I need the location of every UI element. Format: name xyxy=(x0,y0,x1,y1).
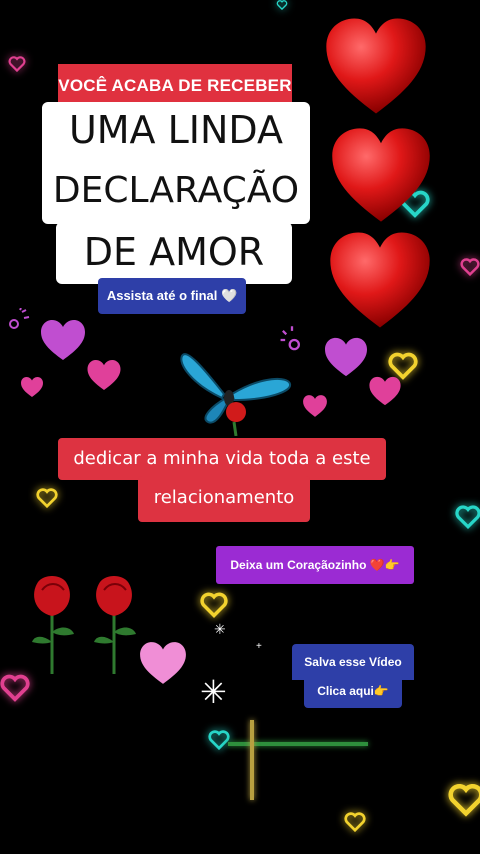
neon-heart-icon xyxy=(8,56,26,72)
neon-heart-icon xyxy=(344,812,366,832)
butterfly-icon xyxy=(180,353,291,436)
pink-heart-icon xyxy=(303,395,327,417)
pink-heart-icon xyxy=(140,642,186,684)
neon-heart-icon xyxy=(448,784,480,817)
glow-line xyxy=(228,742,368,746)
pink-heart-icon xyxy=(369,376,401,406)
sparkle-icon: ✳ xyxy=(214,621,226,637)
save-video-label: Salva esse Vídeo xyxy=(304,655,402,669)
sparkle-icon xyxy=(9,308,30,329)
rose-icon xyxy=(94,576,136,674)
title-line-2: DECLARAÇÃO xyxy=(52,170,300,211)
heart-icon xyxy=(326,18,426,114)
sparkle-icon: + xyxy=(256,641,262,652)
title-line-1: UMA LINDA xyxy=(68,108,284,152)
rose-icon xyxy=(32,576,74,674)
neon-heart-icon xyxy=(200,592,228,618)
sparkle-icon: ✳ xyxy=(200,674,227,710)
neon-heart-icon xyxy=(460,258,480,276)
pink-heart-icon xyxy=(41,320,85,360)
neon-heart-icon xyxy=(36,488,58,508)
neon-heart-icon xyxy=(276,0,288,10)
watch-till-end-pill: Assista até o final 🤍 xyxy=(98,278,246,314)
top-banner-label: VOCÊ ACABA DE RECEBER xyxy=(58,76,292,95)
click-here-label: Clica aqui👉 xyxy=(317,684,389,698)
pink-heart-icon xyxy=(325,337,367,377)
leave-heart-prompt[interactable]: Deixa um Coraçãozinho ❤️👉 xyxy=(216,546,414,584)
neon-heart-icon xyxy=(208,730,230,750)
neon-heart-icon xyxy=(455,505,480,529)
pink-heart-icon xyxy=(21,377,43,397)
heart-icon xyxy=(330,232,430,328)
watch-till-end-label: Assista até o final 🤍 xyxy=(106,288,238,303)
pink-heart-icon xyxy=(87,360,121,390)
leave-heart-prompt-label: Deixa um Coraçãozinho ❤️👉 xyxy=(230,558,400,572)
caption-line-2: relacionamento xyxy=(153,487,295,508)
save-video-prompt[interactable]: Salva esse Vídeo xyxy=(292,644,414,680)
caption-line-1: dedicar a minha vida toda a este xyxy=(73,448,371,469)
glow-line xyxy=(250,720,254,800)
title-line-3: DE AMOR xyxy=(83,230,265,274)
click-here-prompt[interactable]: Clica aqui👉 xyxy=(304,676,402,708)
heart-icon xyxy=(332,128,430,222)
